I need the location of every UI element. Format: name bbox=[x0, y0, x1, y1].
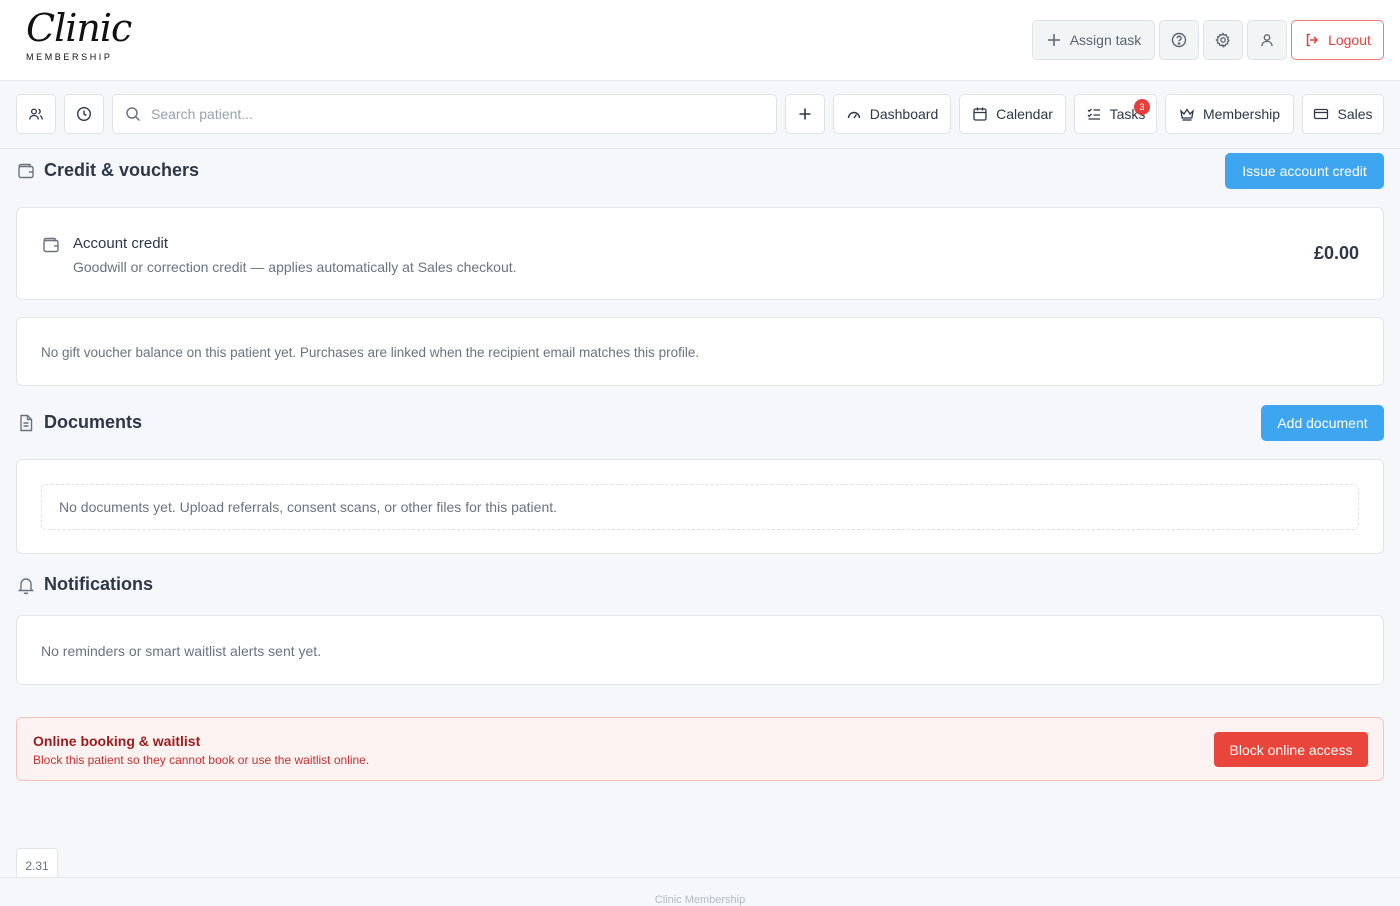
search-input[interactable] bbox=[151, 106, 751, 122]
users-icon bbox=[29, 108, 43, 120]
patient-search[interactable] bbox=[112, 94, 777, 134]
document-icon bbox=[20, 414, 33, 431]
issue-account-credit-button[interactable]: Issue account credit bbox=[1225, 153, 1384, 189]
sales-label: Sales bbox=[1337, 106, 1373, 122]
plus-icon bbox=[799, 108, 811, 120]
crown-icon bbox=[1179, 108, 1194, 121]
documents-empty-state: No documents yet. Upload referrals, cons… bbox=[41, 484, 1359, 530]
notifications-card: No reminders or smart waitlist alerts se… bbox=[16, 615, 1384, 685]
app-header: Clinic MEMBERSHIP Assign task Logout bbox=[0, 0, 1400, 81]
credit-section-title: Credit & vouchers bbox=[16, 160, 199, 181]
settings-button[interactable] bbox=[1203, 20, 1243, 60]
user-icon bbox=[1261, 34, 1273, 47]
gauge-icon bbox=[847, 111, 860, 119]
patients-button[interactable] bbox=[16, 94, 56, 134]
profile-button[interactable] bbox=[1247, 20, 1287, 60]
help-icon bbox=[1171, 32, 1187, 48]
dashboard-label: Dashboard bbox=[869, 106, 939, 122]
footer-text: Clinic Membership bbox=[654, 894, 746, 906]
assign-task-label: Assign task bbox=[1069, 32, 1142, 48]
add-document-button[interactable]: Add document bbox=[1261, 405, 1384, 441]
add-patient-button[interactable] bbox=[785, 94, 825, 134]
account-credit-title: Account credit bbox=[73, 235, 169, 252]
sales-button[interactable]: Sales bbox=[1302, 94, 1384, 134]
gear-icon bbox=[1215, 32, 1230, 48]
logo-subtitle: MEMBERSHIP bbox=[26, 52, 113, 62]
calendar-icon bbox=[973, 107, 987, 121]
wallet-icon bbox=[43, 237, 59, 253]
documents-section-title: Documents bbox=[16, 412, 142, 433]
logout-icon bbox=[1306, 33, 1319, 47]
account-credit-amount: £0.00 bbox=[1313, 243, 1359, 263]
bell-icon bbox=[17, 577, 35, 594]
calendar-button[interactable]: Calendar bbox=[959, 94, 1066, 134]
search-icon bbox=[126, 107, 141, 122]
logout-label: Logout bbox=[1328, 32, 1371, 48]
plus-icon bbox=[1047, 34, 1060, 46]
calendar-label: Calendar bbox=[996, 106, 1053, 122]
assign-task-button[interactable]: Assign task bbox=[1032, 20, 1155, 60]
gift-voucher-card: No gift voucher balance on this patient … bbox=[16, 317, 1384, 386]
help-button[interactable] bbox=[1159, 20, 1199, 60]
footer: Clinic Membership bbox=[0, 877, 1400, 906]
credit-card-icon bbox=[1314, 108, 1329, 120]
logo-script: Clinic bbox=[26, 6, 132, 50]
gift-voucher-note: No gift voucher balance on this patient … bbox=[41, 345, 700, 360]
tasks-button[interactable]: Tasks 3 bbox=[1074, 94, 1157, 134]
task-list-icon bbox=[1087, 108, 1100, 120]
online-booking-description: Block this patient so they cannot book o… bbox=[33, 753, 370, 767]
tasks-count-badge: 3 bbox=[1134, 99, 1150, 115]
logout-button[interactable]: Logout bbox=[1291, 20, 1384, 60]
account-credit-description: Goodwill or correction credit — applies … bbox=[73, 259, 517, 275]
notifications-empty-text: No reminders or smart waitlist alerts se… bbox=[41, 643, 322, 659]
account-credit-card: Account credit Goodwill or correction cr… bbox=[16, 207, 1384, 300]
notifications-section-title: Notifications bbox=[16, 574, 153, 595]
notifications-title-text: Notifications bbox=[44, 574, 154, 594]
membership-button[interactable]: Membership bbox=[1165, 94, 1294, 134]
block-online-access-button[interactable]: Block online access bbox=[1214, 732, 1368, 767]
documents-empty-text: No documents yet. Upload referrals, cons… bbox=[59, 499, 558, 515]
clock-icon bbox=[76, 106, 92, 122]
brand-logo[interactable]: Clinic MEMBERSHIP bbox=[22, 8, 132, 68]
wallet-icon bbox=[18, 163, 34, 178]
credit-title-text: Credit & vouchers bbox=[44, 160, 200, 180]
dashboard-button[interactable]: Dashboard bbox=[833, 94, 951, 134]
online-booking-title: Online booking & waitlist bbox=[33, 733, 201, 749]
online-booking-card: Online booking & waitlist Block this pat… bbox=[16, 717, 1384, 781]
documents-card: No documents yet. Upload referrals, cons… bbox=[16, 459, 1384, 554]
membership-label: Membership bbox=[1202, 106, 1281, 122]
nav-toolbar: Dashboard Calendar Tasks 3 Membership Sa… bbox=[0, 81, 1400, 149]
documents-title-text: Documents bbox=[44, 412, 143, 432]
history-button[interactable] bbox=[64, 94, 104, 134]
